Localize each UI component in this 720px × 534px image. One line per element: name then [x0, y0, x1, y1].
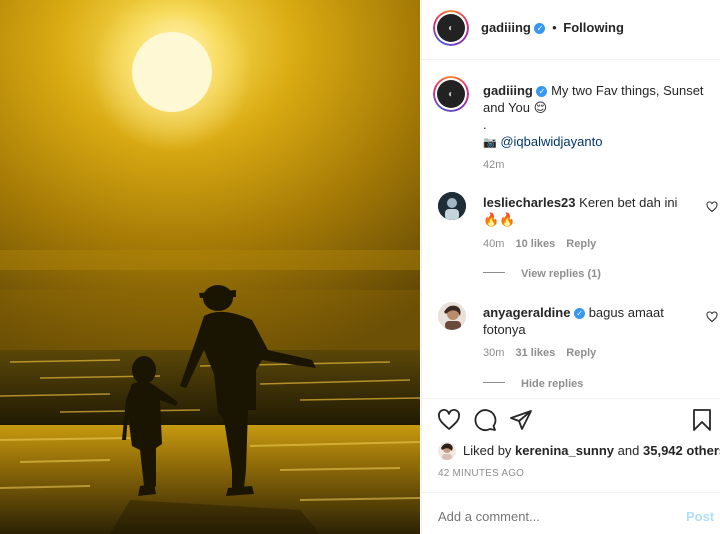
share-paper-plane-icon[interactable] [509, 408, 533, 432]
avatar-image-icon: ◐ [437, 80, 465, 108]
author-username[interactable]: gadiiing [481, 20, 531, 35]
avatar-image-icon [438, 302, 466, 330]
add-comment-row: Post [438, 506, 714, 528]
caption-dot: . [483, 117, 487, 132]
liked-by-prefix: Liked by [463, 443, 512, 458]
reply-button[interactable]: Reply [566, 238, 596, 250]
comment-likes-count[interactable]: 31 likes [515, 347, 555, 359]
separator-dot: • [552, 20, 557, 35]
comment-text-line1: bagus amaat [588, 305, 664, 320]
comment-item: anyageraldine ✓ bagus amaat fotonya 30m … [438, 302, 718, 394]
caption-text-line2: and You [483, 100, 531, 115]
relieved-emoji-icon: 😌 [533, 100, 548, 115]
comment-username[interactable]: lesliecharles23 [483, 195, 576, 210]
caption-text-line1: My two Fav things, Sunset [551, 83, 704, 98]
likes-summary: Liked by kerenina_sunny and 35,942 other… [438, 441, 720, 461]
hide-replies-label: Hide replies [521, 378, 584, 390]
save-bookmark-icon[interactable] [690, 408, 714, 432]
post-comment-button[interactable]: Post [686, 509, 714, 524]
sun [132, 32, 212, 112]
comment-like-heart-icon[interactable] [706, 201, 718, 213]
photographer-mention-link[interactable]: @iqbalwidjayanto [500, 134, 602, 149]
comment-time[interactable]: 30m [483, 347, 504, 359]
liker-username[interactable]: kerenina_sunny [515, 443, 614, 458]
add-comment-input[interactable] [438, 506, 668, 526]
reply-button[interactable]: Reply [566, 347, 596, 359]
post-timestamp[interactable]: 42 MINUTES AGO [438, 468, 524, 479]
post-photo[interactable] [0, 0, 420, 534]
hide-replies-button[interactable]: Hide replies [483, 378, 583, 390]
caption-time[interactable]: 42m [483, 159, 504, 171]
avatar-image-icon [438, 192, 466, 220]
like-heart-icon[interactable] [437, 408, 461, 432]
comment-bubble-icon[interactable] [473, 408, 497, 432]
verified-badge-icon: ✓ [574, 308, 586, 319]
header-divider [422, 59, 720, 60]
post-sidebar: ◐ gadiiing ✓ • Following ◐ gadiiing ✓ My… [421, 0, 720, 534]
comment-text: Keren bet dah ini [579, 195, 678, 210]
comment-likes-count[interactable]: 10 likes [515, 238, 555, 250]
comment-item: lesliecharles23 Keren bet dah ini 🔥🔥 40m… [438, 192, 718, 284]
likes-others-count[interactable]: 35,942 others [643, 443, 720, 458]
post-header: ◐ gadiiing ✓ • Following [433, 10, 713, 46]
commenter-avatar[interactable] [438, 192, 466, 220]
verified-badge-icon: ✓ [534, 23, 546, 34]
verified-badge-icon: ✓ [536, 86, 548, 97]
caption-avatar[interactable]: ◐ [433, 76, 469, 112]
camera-emoji-icon: 📷 [483, 137, 497, 149]
liker-avatar[interactable] [438, 442, 456, 460]
sunset-image [0, 0, 420, 534]
comment-like-heart-icon[interactable] [706, 311, 718, 323]
comment-box-divider [422, 492, 720, 493]
comment-time[interactable]: 40m [483, 238, 504, 250]
caption-block: ◐ gadiiing ✓ My two Fav things, Sunset a… [433, 76, 713, 176]
avatar-image-icon: ◐ [437, 14, 465, 42]
actions-divider [422, 398, 720, 399]
author-avatar[interactable]: ◐ [433, 10, 469, 46]
view-replies-label: View replies (1) [521, 268, 601, 280]
comment-text-line2: fotonya [483, 322, 526, 337]
avatar-image-icon [438, 442, 456, 460]
fire-emoji-icon: 🔥🔥 [483, 212, 516, 227]
following-button[interactable]: Following [563, 20, 624, 35]
view-replies-button[interactable]: View replies (1) [483, 268, 601, 280]
commenter-avatar[interactable] [438, 302, 466, 330]
replies-dash [483, 272, 505, 273]
liked-by-and: and [617, 443, 640, 458]
caption-username[interactable]: gadiiing [483, 83, 533, 98]
replies-dash [483, 382, 505, 383]
comment-username[interactable]: anyageraldine [483, 305, 570, 320]
